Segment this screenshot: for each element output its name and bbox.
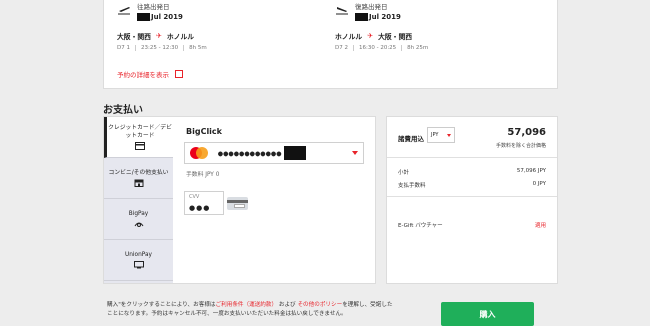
chevron-down-icon	[447, 134, 451, 137]
apply-egift-button[interactable]: 適用	[535, 221, 546, 229]
inbound-date: Jul 2019	[355, 12, 401, 22]
plane-icon: ✈	[367, 32, 374, 40]
divider	[387, 157, 557, 158]
outbound-route: 大阪・関西 ✈ ホノルル	[117, 32, 195, 41]
terms-text: 購入"をクリックすることにより、お客様はご利用条件（運送約款） および その他の…	[107, 302, 393, 317]
outbound-date: Jul 2019	[137, 12, 183, 22]
inbound-route: ホノルル ✈ 大阪・関西	[335, 32, 413, 41]
payment-fee-row: 支払手数料 0 JPY	[398, 181, 546, 189]
outbound-leg: 往路出発日 Jul 2019 大阪・関西 ✈ ホノルル D7 1 23:25 -…	[117, 3, 327, 51]
method-convenience-store[interactable]: コンビニ/その他支払い	[104, 158, 173, 199]
bigpay-icon	[134, 222, 143, 227]
cvv-input[interactable]: CVV ●●●	[184, 191, 224, 215]
terms-of-use-link[interactable]: ご利用条件（運送約款）	[216, 302, 278, 308]
total-note: 手数料を除く合計価格	[495, 143, 546, 149]
mastercard-icon	[190, 147, 208, 159]
plane-icon: ✈	[155, 32, 162, 40]
monitor-icon	[133, 261, 144, 269]
payment-card: クレジットカード／デビットカード コンビニ/その他支払い BigPay Unio…	[103, 116, 376, 284]
plane-takeoff-icon	[118, 7, 130, 15]
masked-card-number: ●●●●●●●●●●●●	[218, 148, 282, 158]
bigclick-title: BigClick	[186, 127, 222, 136]
divider	[387, 196, 557, 197]
store-icon	[134, 179, 143, 187]
saved-card-select[interactable]: ●●●●●●●●●●●●	[184, 142, 364, 164]
view-booking-details-link[interactable]: 予約の詳細を表示	[117, 69, 183, 79]
price-summary-card: 諸費用込 JPY 57,096 手数料を除く合計価格 小計 57,096 JPY …	[386, 116, 558, 284]
plane-landing-icon	[336, 7, 348, 15]
method-credit-card[interactable]: クレジットカード／デビットカード	[104, 117, 173, 158]
external-link-icon	[175, 70, 183, 78]
total-price: 57,096	[507, 127, 546, 138]
inbound-leg: 復路出発日 Jul 2019 ホノルル ✈ 大阪・関西 D7 2 16:30 -…	[335, 3, 545, 51]
outbound-times: D7 1 23:25 - 12:30 8h 5m	[117, 45, 327, 51]
method-bigpay[interactable]: BigPay	[104, 199, 173, 240]
price-label: 諸費用込	[398, 135, 424, 143]
payment-section-title: お支払い	[103, 105, 143, 116]
payment-methods-list: クレジットカード／デビットカード コンビニ/その他支払い BigPay Unio…	[104, 117, 173, 283]
outbound-label: 往路出発日	[137, 3, 170, 11]
credit-card-icon	[135, 142, 145, 150]
chevron-down-icon	[352, 151, 358, 155]
flight-summary-card: 往路出発日 Jul 2019 大阪・関西 ✈ ホノルル D7 1 23:25 -…	[103, 0, 558, 89]
inbound-label: 復路出発日	[355, 3, 388, 11]
redacted-block	[283, 146, 306, 160]
egift-row: E-Gift バウチャー 適用	[398, 221, 546, 229]
currency-select[interactable]: JPY	[427, 127, 455, 143]
card-fee-label: 手数料 JPY 0	[186, 172, 220, 178]
other-policies-link[interactable]: その他のポリシー	[297, 302, 342, 308]
inbound-times: D7 2 16:30 - 20:25 8h 25m	[335, 45, 545, 51]
method-unionpay[interactable]: UnionPay	[104, 240, 173, 281]
cvv-hint-card-icon	[227, 197, 248, 210]
subtotal-row: 小計 57,096 JPY	[398, 168, 546, 176]
purchase-button[interactable]: 購入	[441, 302, 534, 326]
